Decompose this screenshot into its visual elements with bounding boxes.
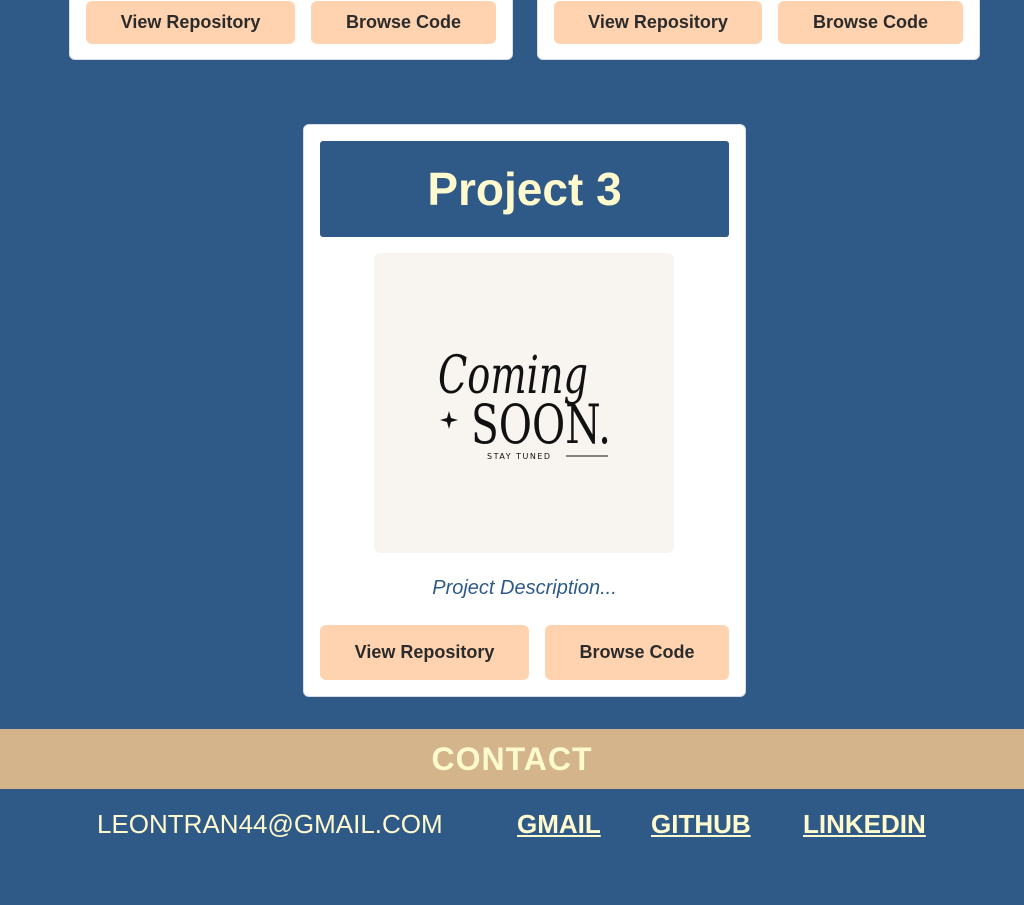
gmail-link[interactable]: GMAIL [517, 809, 601, 840]
view-repository-button[interactable]: View Repository [554, 1, 762, 44]
project-image: Coming SOON. STAY TUNED [374, 253, 674, 553]
project-card-1: View Repository Browse Code [69, 0, 513, 60]
browse-code-button[interactable]: Browse Code [545, 625, 729, 680]
soon-text: SOON. [471, 393, 611, 456]
browse-code-button[interactable]: Browse Code [778, 1, 963, 44]
stay-tuned-text: STAY TUNED [487, 452, 552, 461]
browse-code-button[interactable]: Browse Code [311, 1, 496, 44]
github-link[interactable]: GITHUB [651, 809, 751, 840]
contact-heading: CONTACT [0, 729, 1024, 789]
project-title: Project 3 [320, 141, 729, 237]
contact-email: LEONTRAN44@GMAIL.COM [97, 809, 443, 839]
project-description: Project Description... [432, 577, 617, 599]
view-repository-button[interactable]: View Repository [86, 1, 295, 44]
view-repository-button[interactable]: View Repository [320, 625, 529, 680]
sparkle-icon [440, 411, 458, 429]
coming-soon-graphic: Coming SOON. STAY TUNED [438, 346, 611, 461]
linkedin-link[interactable]: LINKEDIN [803, 809, 926, 840]
project-card-2: View Repository Browse Code [537, 0, 980, 60]
project-card-3: Project 3 Coming SOON. STAY TUNED Projec… [303, 124, 746, 697]
